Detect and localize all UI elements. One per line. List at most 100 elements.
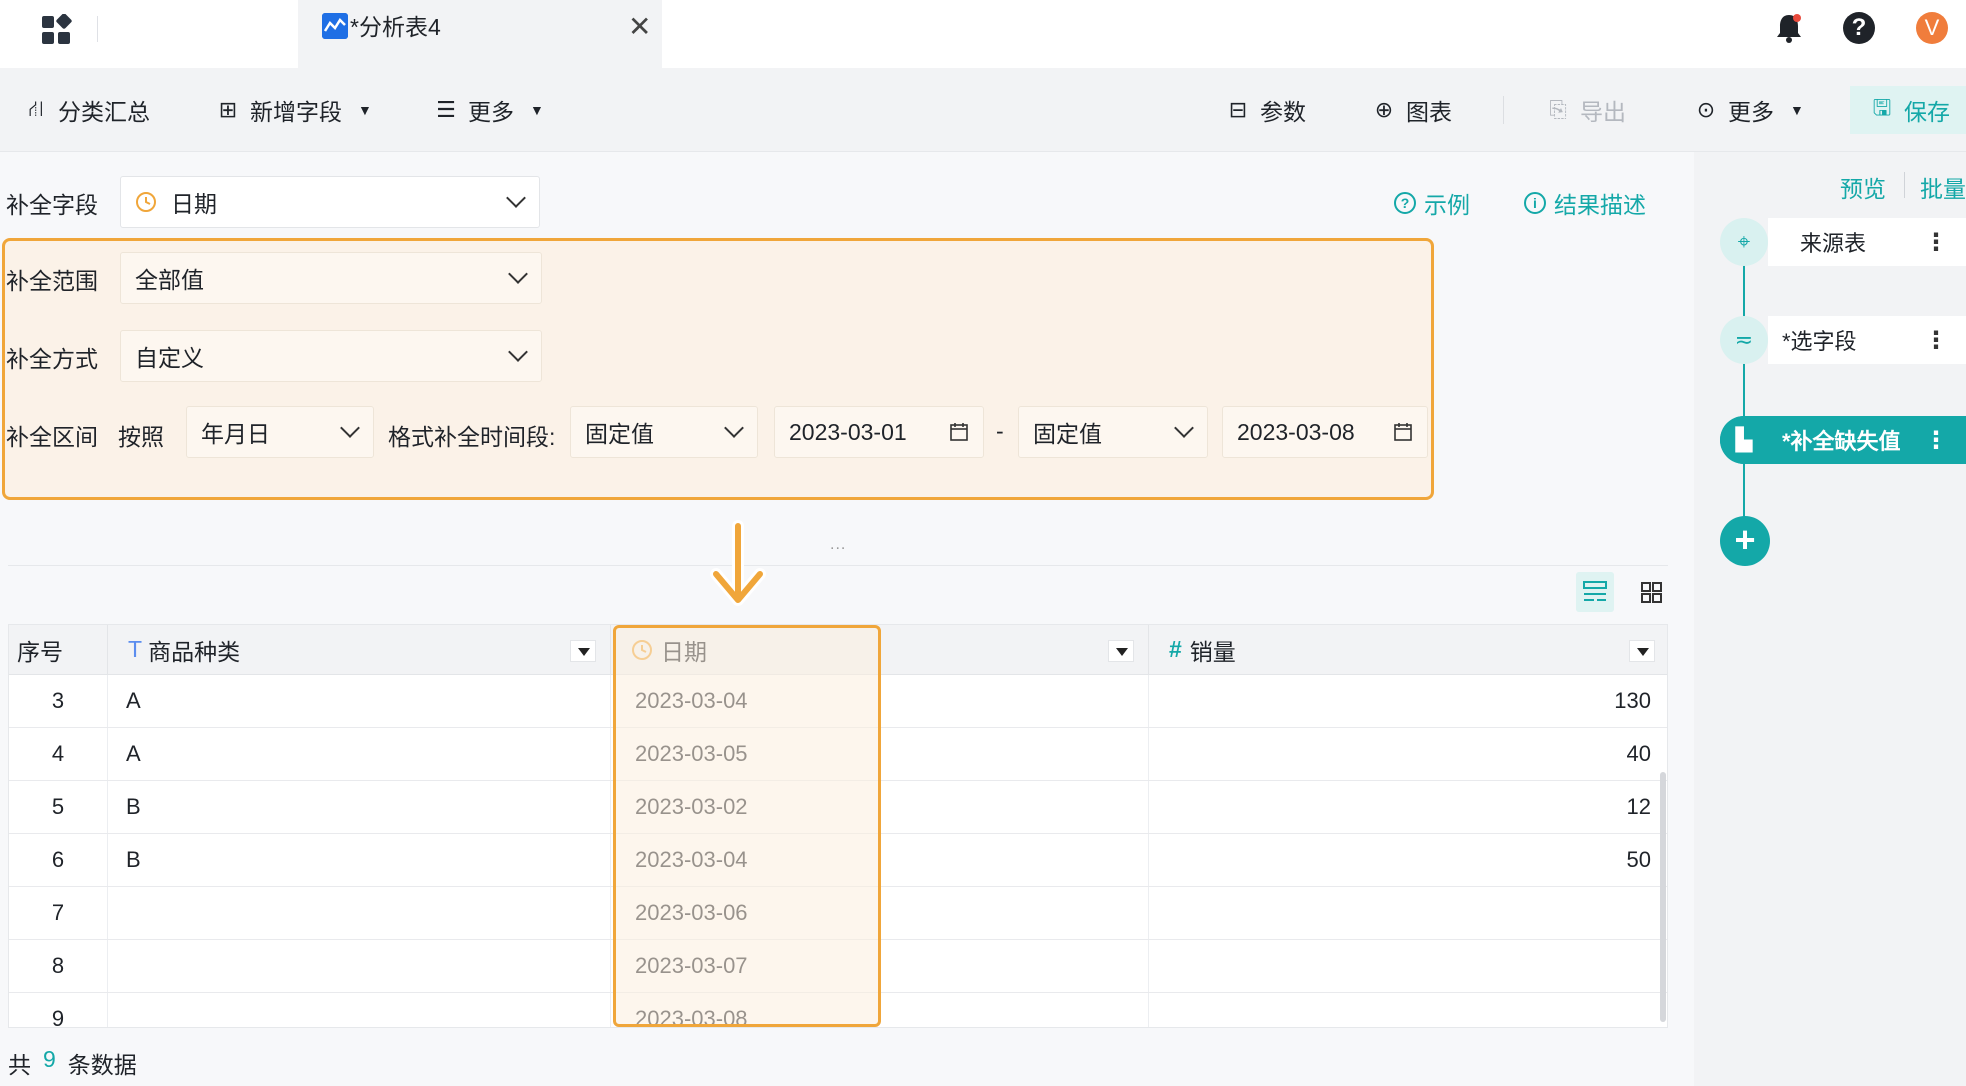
- add-node-button[interactable]: +: [1720, 516, 1770, 566]
- table-row[interactable]: 8 2023-03-07: [9, 940, 1667, 993]
- table-cell-sales: [1149, 940, 1667, 992]
- fill-range-select[interactable]: 全部值: [120, 252, 542, 304]
- more-vertical-icon[interactable]: ⋮: [1924, 326, 1948, 355]
- table-row[interactable]: 4 A 2023-03-05 40: [9, 728, 1667, 781]
- result-description-link[interactable]: i 结果描述: [1524, 186, 1646, 220]
- row-count-footer: 共 9 条数据: [8, 1046, 137, 1080]
- tab-bar: [0, 0, 1966, 68]
- flow-node-source[interactable]: ⌖ 来源表 ⋮: [1720, 218, 1966, 266]
- calendar-icon: [950, 423, 968, 441]
- more-left-label: 更多: [468, 99, 514, 125]
- table-row[interactable]: 5 B 2023-03-02 12: [9, 781, 1667, 834]
- table-cell-date: 2023-03-04: [611, 834, 1149, 886]
- params-label: 参数: [1260, 99, 1306, 125]
- chart-label: 图表: [1406, 99, 1452, 125]
- chevron-down-icon: [508, 342, 528, 362]
- table-row[interactable]: 9 2023-03-08: [9, 993, 1667, 1027]
- by-label: 按照: [118, 424, 164, 450]
- more-right-label: 更多: [1728, 99, 1774, 125]
- fill-field-value: 日期: [171, 191, 217, 217]
- hierarchy-icon: ⛙: [28, 95, 44, 121]
- fill-field-select[interactable]: 日期: [120, 176, 540, 228]
- column-header-index[interactable]: 序号: [9, 625, 108, 675]
- select-fields-icon: ≂: [1720, 316, 1768, 364]
- add-field-button[interactable]: ⊞ 新增字段 ▼: [216, 92, 372, 128]
- preview-button[interactable]: 预览: [1840, 170, 1886, 204]
- end-type-select[interactable]: 固定值: [1018, 406, 1208, 458]
- start-type-select[interactable]: 固定值: [570, 406, 758, 458]
- flow-node-label: *选字段: [1782, 329, 1857, 354]
- column-header-date[interactable]: 日期: [611, 625, 1149, 675]
- export-label: 导出: [1580, 99, 1626, 125]
- chevron-down-icon: [506, 188, 526, 208]
- number-type-icon: #: [1169, 636, 1182, 662]
- more-vertical-icon[interactable]: ⋮: [1924, 228, 1948, 257]
- table-cell-category: B: [108, 834, 611, 886]
- flow-header-separator: [1904, 172, 1905, 198]
- end-date-input[interactable]: 2023-03-08: [1222, 406, 1428, 458]
- more-circle-icon: ⊙: [1696, 97, 1716, 122]
- flow-node-fill-missing[interactable]: ▙ *补全缺失值 ⋮: [1720, 416, 1966, 464]
- footer-prefix: 共: [8, 1052, 31, 1078]
- more-left-button[interactable]: ☰ 更多 ▼: [434, 92, 544, 128]
- group-summary-label: 分类汇总: [58, 99, 150, 125]
- column-menu-icon[interactable]: [1629, 640, 1655, 662]
- data-table: 序号 T 商品种类 日期 # 销量 3 A 2023-03-04 130 4 A 2023-…: [8, 624, 1668, 1028]
- notification-bell-icon[interactable]: [1774, 12, 1804, 44]
- chevron-down-icon: [724, 418, 744, 438]
- list-view-icon[interactable]: [1576, 572, 1614, 612]
- more-vertical-icon[interactable]: ⋮: [1924, 426, 1948, 455]
- table-row[interactable]: 6 B 2023-03-04 50: [9, 834, 1667, 887]
- column-header-label: 商品种类: [148, 638, 241, 665]
- column-header-label: 日期: [661, 638, 707, 665]
- text-type-icon: T: [128, 636, 143, 662]
- caret-down-icon: ▼: [358, 102, 372, 118]
- question-circle-icon: ?: [1394, 192, 1416, 214]
- range-dash: -: [996, 418, 1004, 444]
- chart-button[interactable]: ⊕ 图表: [1372, 92, 1452, 128]
- fill-method-select[interactable]: 自定义: [120, 330, 542, 382]
- column-menu-icon[interactable]: [570, 640, 596, 662]
- table-cell-date: 2023-03-05: [611, 728, 1149, 780]
- params-button[interactable]: ⊟ 参数: [1226, 92, 1306, 128]
- export-button[interactable]: ⎘ 导出: [1546, 92, 1626, 128]
- start-type-value: 固定值: [585, 421, 654, 447]
- table-cell-sales: [1149, 887, 1667, 939]
- add-field-label: 新增字段: [250, 99, 342, 125]
- example-link[interactable]: ? 示例: [1394, 186, 1470, 220]
- group-summary-button[interactable]: ⛙ 分类汇总: [24, 92, 150, 128]
- save-button[interactable]: 🖫 保存: [1850, 86, 1966, 134]
- grid-view-icon[interactable]: [1632, 572, 1670, 612]
- start-date-input[interactable]: 2023-03-01: [774, 406, 984, 458]
- more-right-button[interactable]: ⊙ 更多 ▼: [1694, 92, 1804, 128]
- table-scrollbar[interactable]: [1660, 772, 1666, 1022]
- user-avatar[interactable]: V: [1916, 12, 1948, 44]
- batch-button[interactable]: 批量: [1920, 170, 1966, 204]
- column-header-category[interactable]: T 商品种类: [108, 625, 611, 675]
- end-date-value: 2023-03-08: [1237, 418, 1355, 445]
- fill-method-label: 补全方式: [6, 346, 98, 372]
- column-header-sales[interactable]: # 销量: [1149, 625, 1667, 675]
- table-cell-date: 2023-03-02: [611, 781, 1149, 833]
- app-grid-icon[interactable]: [40, 14, 72, 46]
- flow-node-select-fields[interactable]: ≂ *选字段 ⋮: [1720, 316, 1966, 364]
- row-count: 9: [43, 1046, 56, 1072]
- panel-divider: [8, 565, 1668, 566]
- table-cell-date: 2023-03-08: [611, 993, 1149, 1027]
- table-cell-index: 3: [9, 675, 108, 727]
- table-row[interactable]: 3 A 2023-03-04 130: [9, 675, 1667, 728]
- table-cell-index: 6: [9, 834, 108, 886]
- table-row[interactable]: 7 2023-03-06: [9, 887, 1667, 940]
- tab-close-icon[interactable]: ✕: [628, 10, 651, 43]
- toolbar-separator: [1503, 96, 1504, 124]
- fill-range-value: 全部值: [135, 267, 204, 293]
- resize-handle-dots[interactable]: ...: [830, 536, 846, 554]
- granularity-value: 年月日: [201, 421, 270, 447]
- help-icon[interactable]: ?: [1843, 12, 1875, 44]
- flow-node-label: *补全缺失值: [1782, 429, 1901, 454]
- format-label: 格式补全时间段:: [388, 424, 556, 450]
- granularity-select[interactable]: 年月日: [186, 406, 374, 458]
- chevron-down-icon: [1174, 418, 1194, 438]
- flow-panel: [1694, 152, 1966, 1086]
- column-menu-icon[interactable]: [1108, 640, 1134, 662]
